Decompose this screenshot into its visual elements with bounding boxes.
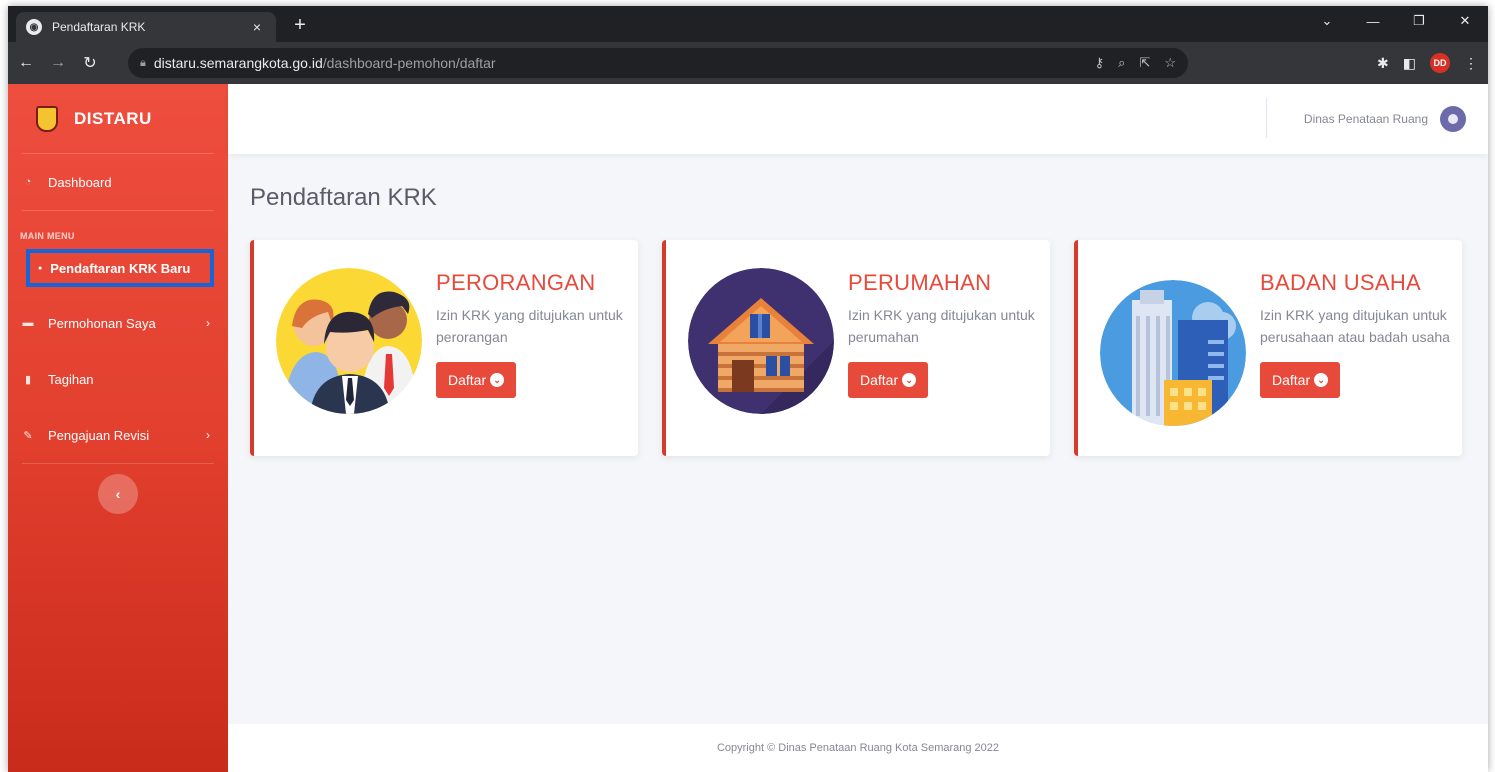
topbar-divider [1266,98,1267,138]
tab-close-icon[interactable]: × [248,19,266,35]
side-panel-icon[interactable]: ◧ [1403,55,1416,72]
close-window-icon[interactable]: ✕ [1442,6,1488,36]
sidebar-toggle-button[interactable]: ‹ [98,474,138,514]
buildings-illustration [1100,280,1246,426]
user-avatar [1440,106,1466,132]
extensions-icon[interactable]: ✱ [1377,55,1389,72]
profile-avatar[interactable]: DD [1430,53,1450,73]
tab-search-icon[interactable]: ⌄ [1304,6,1350,36]
extension-area: ✱ ◧ DD ⋮ [1377,48,1478,78]
sidebar-divider [22,210,214,211]
daftar-button-perumahan[interactable]: Daftar ⌄ [848,362,929,398]
menu-heading: MAIN MENU [20,231,75,241]
daftar-button-perorangan[interactable]: Daftar ⌄ [436,362,517,398]
window-controls: ⌄ — ❐ ✕ [1304,6,1488,42]
forward-icon[interactable]: → [44,49,72,77]
url-path: /dashboard-pemohon/daftar [322,55,496,71]
key-icon[interactable]: ⚷ [1095,55,1105,71]
button-label: Daftar [1272,372,1311,388]
new-tab-button[interactable]: + [288,14,312,36]
sidebar-item-label: Dashboard [48,174,112,190]
city-crest-logo [36,105,58,132]
card-perumahan: PERUMAHAN Izin KRK yang ditujukan untuk … [662,240,1050,456]
omnibox-actions: ⚷ ⌕ ⇱ ☆ [1095,48,1176,78]
sidebar-item-pendaftaran-krk-baru[interactable]: ● Pendaftaran KRK Baru [26,249,214,287]
reload-icon[interactable]: ↻ [76,49,104,77]
sidebar-item-pengajuan-revisi[interactable]: ✎ Pengajuan Revisi › [8,413,228,457]
sidebar-item-label: Pengajuan Revisi [48,427,150,443]
daftar-button-badan-usaha[interactable]: Daftar ⌄ [1260,362,1341,398]
copyright-text: Copyright © Dinas Penataan Ruang Kota Se… [716,742,1000,754]
user-dropdown[interactable]: Dinas Penataan Ruang [1304,106,1466,132]
zoom-icon[interactable]: ⌕ [1118,55,1125,71]
card-text: PERORANGAN Izin KRK yang ditujukan untuk… [436,270,632,398]
card-title: PERORANGAN [436,270,596,295]
topbar: Dinas Penataan Ruang [228,84,1488,154]
sidebar-brand[interactable]: DISTARU [22,84,214,154]
card-text: PERUMAHAN Izin KRK yang ditujukan untuk … [848,270,1044,398]
edit-icon: ✎ [23,429,33,442]
browser-tab[interactable]: ◉ Pendaftaran KRK × [16,12,276,42]
sidebar-item-permohonan-saya[interactable]: ▬ Permohonan Saya › [8,301,228,345]
chevron-circle-down-icon: ⌄ [1314,373,1329,387]
button-label: Daftar [448,372,487,388]
menu-kebab-icon[interactable]: ⋮ [1464,55,1478,72]
button-label: Daftar [860,372,899,388]
bookmark-star-icon[interactable]: ☆ [1164,55,1176,71]
chevron-circle-down-icon: ⌄ [902,373,917,387]
url-host: distaru.semarangkota.go.id [153,55,323,71]
house-illustration [688,268,834,414]
chevron-right-icon: › [206,316,210,330]
lock-icon[interactable]: 🔒︎ [140,57,146,70]
sidebar-item-label: Pendaftaran KRK Baru [50,260,191,276]
site-favicon-icon: ◉ [26,19,42,35]
sidebar-item-dashboard[interactable]: ◔ Dashboard [8,160,228,204]
user-name: Dinas Penataan Ruang [1303,112,1428,126]
sidebar-divider [22,463,214,464]
sidebar: DISTARU ◔ Dashboard MAIN MENU ● Pendafta… [8,84,228,772]
sidebar-item-label: Permohonan Saya [48,315,156,331]
back-icon[interactable]: ← [12,49,40,77]
card-badan-usaha: BADAN USAHA Izin KRK yang ditujukan untu… [1074,240,1462,456]
minimize-icon[interactable]: — [1350,6,1396,36]
card-title: BADAN USAHA [1260,270,1422,295]
tab-bar: ◉ Pendaftaran KRK × + ⌄ — ❐ ✕ [8,6,1488,42]
card-perorangan: PERORANGAN Izin KRK yang ditujukan untuk… [250,240,638,456]
share-icon[interactable]: ⇱ [1139,55,1150,71]
active-bullet-icon: ● [38,264,43,272]
address-bar[interactable]: 🔒︎ distaru.semarangkota.go.id /dashboard… [128,48,1188,78]
card-description: Izin KRK yang ditujukan untuk perusahaan… [1260,307,1450,345]
main-content: Pendaftaran KRK PERORANGAN Izin KRK yang… [228,154,1488,724]
folder-icon: ▬ [22,317,34,329]
footer: Copyright © Dinas Penataan Ruang Kota Se… [228,724,1488,772]
card-description: Izin KRK yang ditujukan untuk perorangan [436,307,623,345]
card-title: PERUMAHAN [848,270,992,295]
people-illustration [276,268,422,414]
brand-name: DISTARU [74,108,152,128]
browser-window: ◉ Pendaftaran KRK × + ⌄ — ❐ ✕ ← → ↻ 🔒︎ d… [8,6,1488,772]
sidebar-item-label: Tagihan [48,371,94,387]
sidebar-item-tagihan[interactable]: ▮ Tagihan [8,357,228,401]
card-description: Izin KRK yang ditujukan untuk perumahan [848,307,1035,345]
card-text: BADAN USAHA Izin KRK yang ditujukan untu… [1260,270,1456,398]
dashboard-icon: ◔ [24,176,32,188]
chevron-circle-down-icon: ⌄ [490,373,505,387]
chevron-right-icon: › [206,428,210,442]
browser-toolbar: ← → ↻ 🔒︎ distaru.semarangkota.go.id /das… [8,42,1488,84]
restore-icon[interactable]: ❐ [1396,6,1442,36]
tab-title: Pendaftaran KRK [52,20,146,34]
page-title: Pendaftaran KRK [250,184,437,211]
file-icon: ▮ [24,373,32,386]
